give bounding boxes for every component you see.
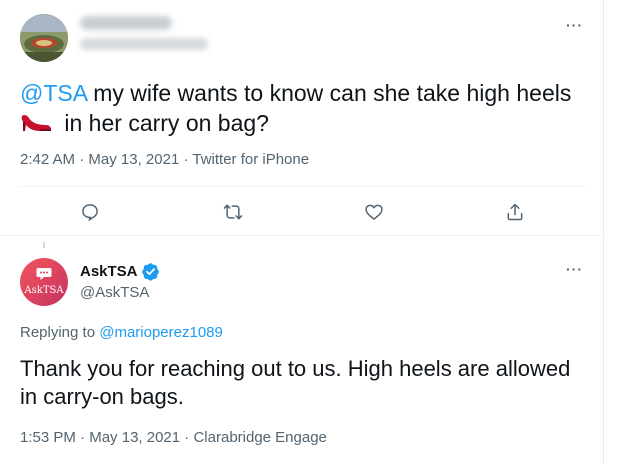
- more-options-button[interactable]: ···: [566, 262, 583, 276]
- tweet-meta: 1:53 PM · May 13, 2021 · Clarabridge Eng…: [20, 429, 327, 446]
- meta-separator: ·: [180, 429, 194, 446]
- user-avatar[interactable]: [20, 14, 68, 62]
- more-options-button[interactable]: ···: [566, 18, 583, 32]
- replying-to-link[interactable]: @marioperez1089: [99, 324, 223, 341]
- reply-icon: [82, 204, 98, 221]
- like-button[interactable]: [358, 196, 390, 228]
- asktsa-avatar[interactable]: AskTSA: [20, 258, 68, 306]
- meta-separator: ·: [179, 151, 193, 168]
- share-button[interactable]: [499, 196, 531, 228]
- like-icon: [365, 204, 383, 220]
- blurred-handle: [80, 38, 208, 50]
- tweet-text-line2: in her carry on bag?: [58, 110, 269, 136]
- blurred-display-name: [80, 16, 172, 30]
- tweet-text-line1: my wife wants to know can she take high …: [86, 80, 572, 106]
- avatar-label: AskTSA: [24, 285, 64, 296]
- high-heel-icon: [21, 114, 51, 131]
- meta-separator: ·: [75, 429, 90, 446]
- divider: [0, 235, 604, 236]
- replying-prefix: Replying to: [20, 324, 100, 341]
- user-name-block[interactable]: [80, 16, 220, 50]
- tweet-source[interactable]: Twitter for iPhone: [192, 151, 309, 168]
- tweet-source[interactable]: Clarabridge Engage: [193, 429, 326, 446]
- tweet-actions: [20, 196, 586, 228]
- tweet-date[interactable]: May 13, 2021: [88, 151, 179, 168]
- tweet-time[interactable]: 1:53 PM: [20, 429, 76, 446]
- meta-separator: ·: [75, 151, 89, 168]
- tweet-date[interactable]: May 13, 2021: [89, 429, 180, 446]
- retweet-button[interactable]: [217, 196, 249, 228]
- tweet-time[interactable]: 2:42 AM: [20, 151, 75, 168]
- divider: [20, 186, 586, 187]
- tweet-text: @TSA my wife wants to know can she take …: [20, 78, 590, 138]
- display-name[interactable]: AskTSA: [80, 262, 160, 281]
- avatar-photo-icon: [20, 14, 68, 62]
- chat-bubble-icon: [36, 268, 52, 280]
- share-icon: [507, 203, 523, 221]
- tsa-mention-link[interactable]: @TSA: [20, 80, 87, 106]
- tweet-thread: ··· @TSA my wife wants to know can she t…: [0, 0, 604, 464]
- reply-button[interactable]: [74, 196, 106, 228]
- tweet-meta: 2:42 AM · May 13, 2021 · Twitter for iPh…: [20, 151, 309, 168]
- user-handle[interactable]: @AskTSA: [80, 284, 149, 301]
- retweet-icon: [223, 204, 243, 220]
- thread-connector: [43, 242, 45, 248]
- verified-badge-icon: [141, 263, 159, 281]
- reply-tweet-text: Thank you for reaching out to us. High h…: [20, 356, 571, 409]
- display-name-text: AskTSA: [80, 263, 138, 280]
- replying-to: Replying to @marioperez1089: [20, 324, 223, 341]
